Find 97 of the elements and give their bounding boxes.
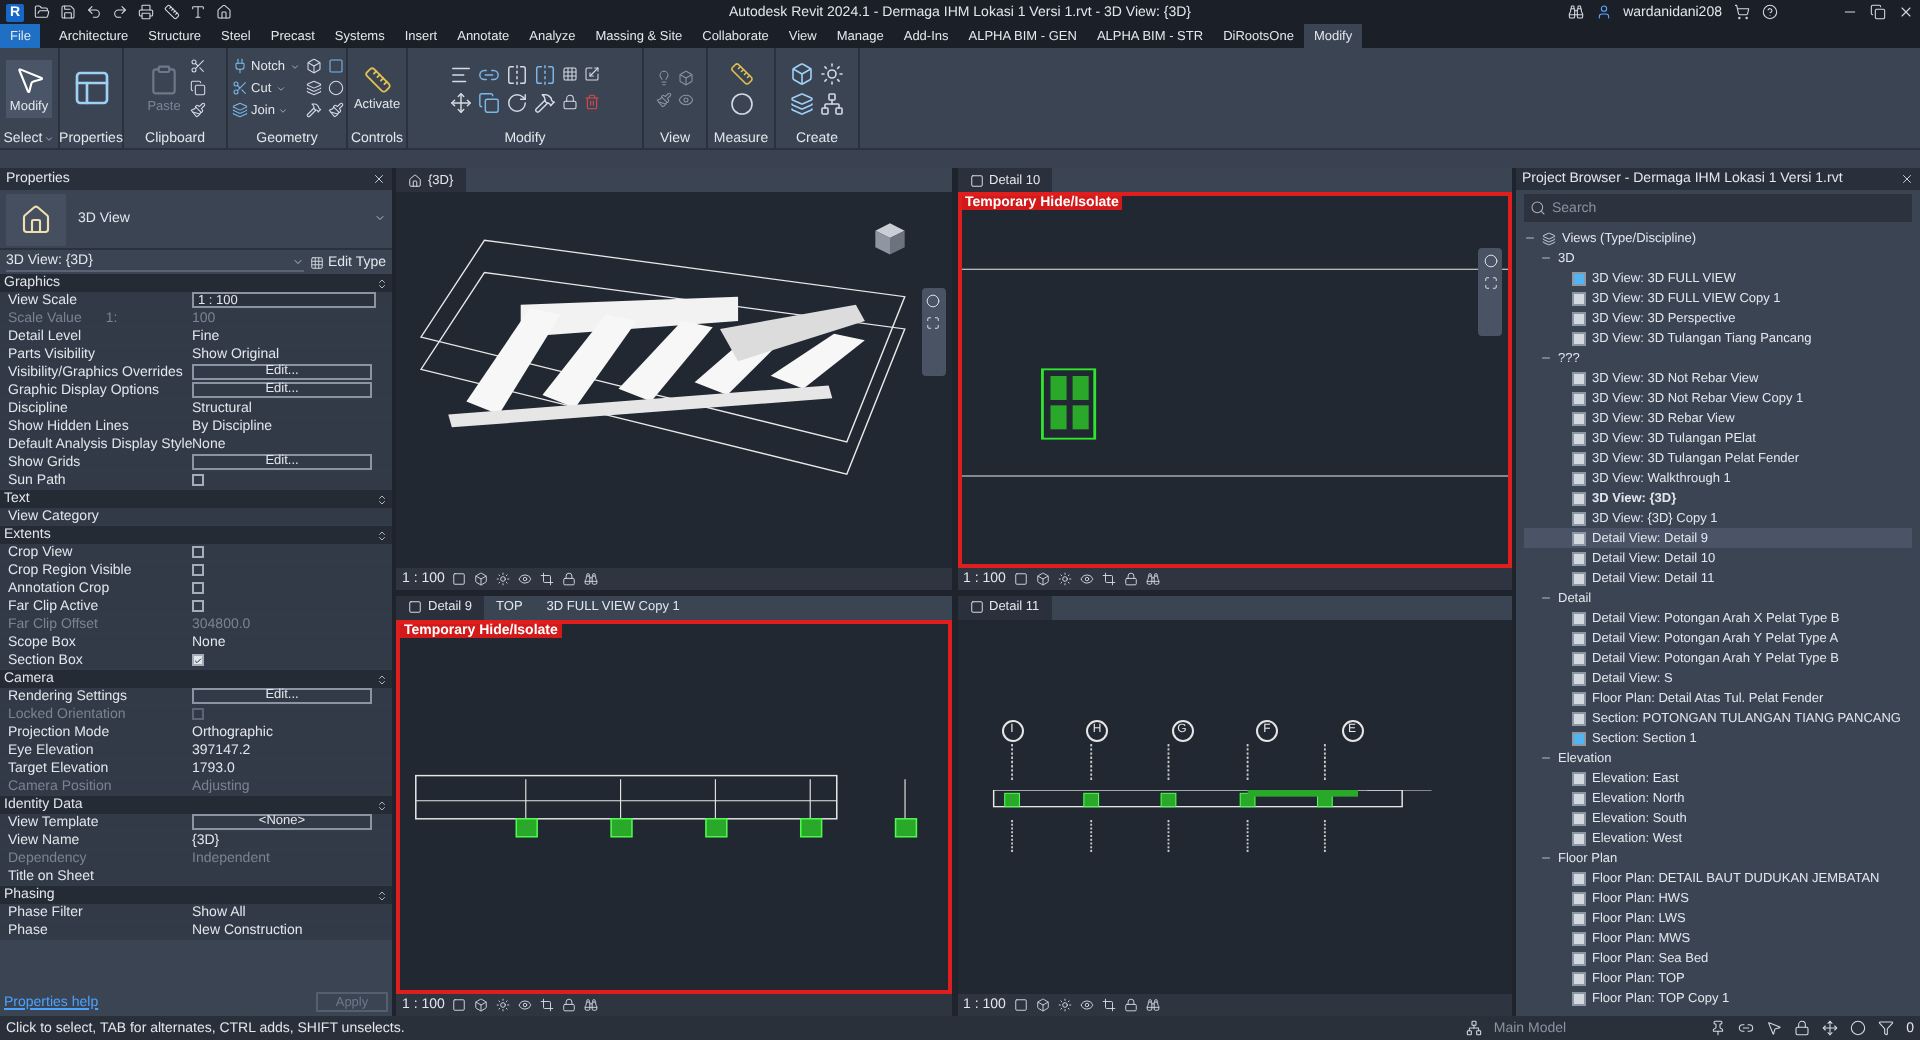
eye-icon[interactable] (678, 91, 694, 107)
lock-icon[interactable] (562, 998, 577, 1012)
save-icon[interactable] (60, 4, 76, 20)
close-icon[interactable] (372, 172, 386, 186)
undo-icon[interactable] (86, 4, 102, 20)
ruler-icon[interactable] (164, 4, 180, 20)
brush-icon[interactable] (190, 102, 207, 118)
binoculars-icon[interactable] (584, 571, 599, 585)
scissors-icon (231, 80, 248, 96)
checkbox[interactable] (192, 564, 204, 576)
hammer-icon[interactable] (305, 102, 321, 118)
house-icon[interactable] (216, 4, 232, 20)
caret-icon[interactable] (374, 211, 386, 223)
close-icon[interactable] (1898, 4, 1914, 20)
close-icon[interactable] (1900, 172, 1914, 186)
help-icon[interactable] (1762, 4, 1778, 20)
checkbox[interactable] (192, 474, 204, 486)
ruler-icon[interactable] (729, 61, 753, 85)
bulb-icon[interactable] (656, 69, 672, 85)
search-icon (1530, 200, 1546, 216)
sun-icon[interactable] (496, 998, 511, 1012)
box-icon[interactable] (790, 61, 814, 85)
mirror-icon[interactable] (506, 63, 528, 85)
network-icon[interactable] (820, 91, 844, 115)
mirror-icon[interactable] (534, 63, 556, 85)
lock-icon[interactable] (1123, 998, 1138, 1012)
binoculars-icon[interactable] (1567, 4, 1584, 20)
zoom-icon (1483, 276, 1497, 290)
user-icon[interactable] (1595, 4, 1612, 20)
pointer-icon[interactable] (1766, 1020, 1783, 1036)
lock-icon[interactable] (562, 94, 578, 110)
clipboard-icon (148, 63, 180, 95)
ruler-icon (363, 65, 391, 93)
checkbox[interactable] (192, 654, 204, 666)
crop-icon[interactable] (540, 571, 555, 585)
square-icon (969, 173, 983, 187)
layers-icon (231, 102, 248, 118)
circle-icon[interactable] (1850, 1020, 1867, 1036)
copy-icon[interactable] (190, 80, 207, 96)
circle-icon[interactable] (729, 91, 753, 115)
lock-icon[interactable] (1123, 571, 1138, 585)
navigation-bar[interactable] (1478, 248, 1502, 336)
square-icon (408, 600, 422, 614)
checkbox[interactable] (192, 600, 204, 612)
crop-icon[interactable] (1101, 998, 1116, 1012)
rotate-icon[interactable] (506, 91, 528, 113)
scale-icon[interactable] (584, 66, 600, 82)
checkbox[interactable] (192, 546, 204, 558)
pointer-icon (13, 63, 45, 95)
crop-icon[interactable] (540, 998, 555, 1012)
sun-icon[interactable] (1057, 571, 1072, 585)
sun-icon[interactable] (496, 571, 511, 585)
caret-icon (278, 105, 289, 115)
box-icon[interactable] (678, 69, 694, 85)
filter-icon[interactable] (1878, 1020, 1895, 1036)
link-icon[interactable] (1738, 1020, 1755, 1036)
zoom-icon (926, 316, 940, 330)
brush-icon[interactable] (656, 91, 672, 107)
brush-icon[interactable] (327, 102, 343, 118)
lock-icon[interactable] (1794, 1020, 1811, 1036)
views-icon (1542, 231, 1556, 245)
plug-icon (231, 58, 248, 74)
binoculars-icon[interactable] (584, 998, 599, 1012)
grid-icon (309, 255, 324, 269)
cart-icon[interactable] (1734, 4, 1750, 20)
layers-icon[interactable] (790, 91, 814, 115)
checkbox[interactable] (192, 582, 204, 594)
pin-icon[interactable] (1710, 1020, 1727, 1036)
navigation-bar[interactable] (921, 288, 945, 376)
caret-icon (275, 83, 286, 93)
align-icon[interactable] (450, 63, 472, 85)
properties-icon[interactable] (71, 68, 111, 108)
folder-icon[interactable] (34, 4, 50, 20)
caret-icon (289, 61, 299, 71)
restore-icon[interactable] (1870, 4, 1886, 20)
move-icon[interactable] (450, 91, 472, 113)
caret-icon[interactable] (44, 133, 55, 143)
text-icon[interactable] (190, 4, 206, 20)
lock-icon[interactable] (562, 571, 577, 585)
binoculars-icon[interactable] (1145, 998, 1160, 1012)
circle-icon[interactable] (327, 80, 343, 96)
caret-icon (291, 255, 304, 267)
copy-icon[interactable] (478, 91, 500, 113)
grid-icon[interactable] (562, 66, 578, 82)
house-icon (408, 173, 422, 187)
crop-icon[interactable] (1101, 571, 1116, 585)
square-icon[interactable] (327, 58, 343, 74)
house-icon (20, 203, 52, 235)
sun-icon[interactable] (820, 61, 844, 85)
print-icon[interactable] (138, 4, 154, 20)
binoculars-icon[interactable] (1145, 571, 1160, 585)
layers-icon[interactable] (305, 80, 321, 96)
redo-icon[interactable] (112, 4, 128, 20)
scissors-icon[interactable] (190, 58, 207, 74)
square-icon (969, 600, 983, 614)
move-icon[interactable] (1822, 1020, 1839, 1036)
sun-icon[interactable] (1057, 998, 1072, 1012)
